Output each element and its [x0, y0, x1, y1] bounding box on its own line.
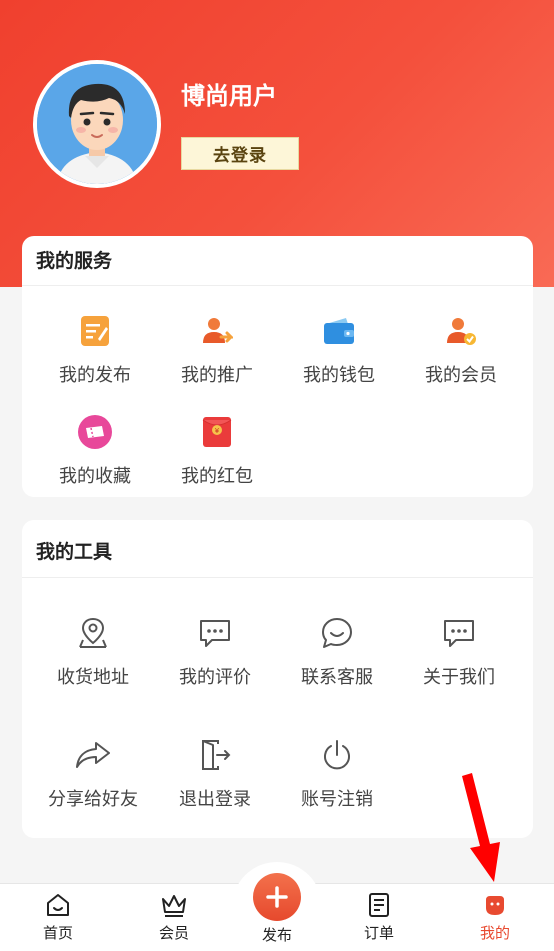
tab-member[interactable]: 会员 — [129, 884, 219, 951]
tool-logout[interactable]: 退出登录 — [154, 735, 276, 811]
order-list-icon — [369, 893, 389, 917]
chat-bubble-icon — [317, 613, 357, 653]
tab-member-label: 会员 — [158, 924, 189, 942]
home-icon — [47, 894, 69, 916]
tool-reviews[interactable]: 我的评价 — [154, 613, 276, 689]
tool-customer-service[interactable]: 联系客服 — [276, 613, 398, 689]
avatar-icon — [37, 64, 157, 184]
tool-address[interactable]: 收货地址 — [32, 613, 154, 689]
tool-label: 关于我们 — [423, 667, 495, 688]
tool-label: 账号注销 — [301, 789, 373, 810]
service-label: 我的钱包 — [303, 365, 375, 386]
login-button[interactable]: 去登录 — [181, 137, 299, 170]
member-badge-icon — [441, 311, 481, 351]
service-label: 我的红包 — [181, 466, 253, 487]
tab-orders-label: 订单 — [363, 924, 394, 942]
publish-button[interactable] — [253, 873, 301, 921]
service-label: 我的发布 — [59, 365, 131, 386]
tool-label: 收货地址 — [57, 667, 129, 688]
plus-icon — [266, 886, 288, 908]
services-card: 我的服务 我的发布 我的推广 我的钱包 我的会员 我的收藏 ¥ 我的红包 — [22, 236, 533, 497]
svg-text:¥: ¥ — [215, 427, 220, 435]
red-packet-icon: ¥ — [197, 412, 237, 452]
location-pin-icon — [73, 613, 113, 653]
service-label: 我的会员 — [425, 365, 497, 386]
tab-orders[interactable]: 订单 — [334, 884, 424, 951]
service-membership[interactable]: 我的会员 — [400, 311, 522, 387]
service-label: 我的收藏 — [59, 466, 131, 487]
service-label: 我的推广 — [181, 365, 253, 386]
service-favorites[interactable]: 我的收藏 — [34, 412, 156, 488]
logout-door-icon — [195, 735, 235, 775]
service-promotion[interactable]: 我的推广 — [156, 311, 278, 387]
user-share-icon — [197, 311, 237, 351]
message-dots-icon — [439, 613, 479, 653]
tool-share[interactable]: 分享给好友 — [32, 735, 154, 811]
tab-home-label: 首页 — [42, 924, 73, 942]
share-arrow-icon — [73, 735, 113, 775]
tool-delete-account[interactable]: 账号注销 — [276, 735, 398, 811]
tools-title: 我的工具 — [22, 520, 533, 578]
ticket-icon — [75, 412, 115, 452]
tool-label: 退出登录 — [179, 789, 251, 810]
annotation-arrow-icon — [462, 773, 500, 882]
avatar[interactable] — [33, 60, 161, 188]
tool-label: 分享给好友 — [48, 789, 138, 810]
tab-mine-label: 我的 — [479, 924, 510, 942]
username: 博尚用户 — [181, 82, 277, 110]
comment-icon — [195, 613, 235, 653]
tab-home[interactable]: 首页 — [13, 884, 103, 951]
wallet-icon — [319, 311, 359, 351]
service-red-packet[interactable]: ¥ 我的红包 — [156, 412, 278, 488]
service-my-posts[interactable]: 我的发布 — [34, 311, 156, 387]
tool-label: 联系客服 — [301, 667, 373, 688]
power-icon — [317, 735, 357, 775]
edit-note-icon — [75, 311, 115, 351]
tab-publish-label: 发布 — [261, 926, 292, 944]
tool-about-us[interactable]: 关于我们 — [398, 613, 520, 689]
service-wallet[interactable]: 我的钱包 — [278, 311, 400, 387]
crown-icon — [162, 895, 186, 917]
mine-active-icon — [486, 896, 504, 915]
tab-mine[interactable]: 我的 — [450, 884, 540, 951]
services-title: 我的服务 — [22, 236, 533, 286]
tool-label: 我的评价 — [179, 667, 251, 688]
